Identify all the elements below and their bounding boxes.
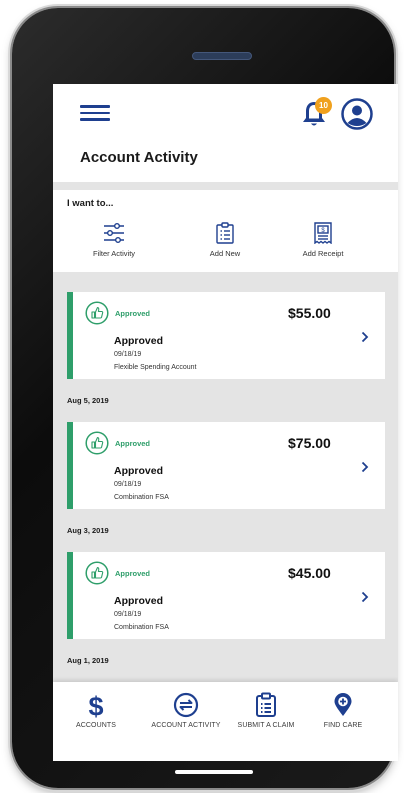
notification-badge: 10 xyxy=(315,97,332,114)
transaction-date: 09/18/19 xyxy=(114,611,142,618)
location-pin-icon xyxy=(334,693,352,716)
activity-card[interactable]: Approved $45.00 Approved 09/18/19 Combin… xyxy=(67,552,385,639)
sliders-icon xyxy=(104,223,124,243)
clipboard-icon xyxy=(256,692,276,717)
activity-card[interactable]: Approved $55.00 Approved 09/18/19 Flexib… xyxy=(67,292,385,379)
date-header: Aug 3, 2019 xyxy=(67,526,109,535)
status-label: Approved xyxy=(115,309,151,318)
status-label: Approved xyxy=(115,439,151,448)
add-receipt-button[interactable]: $ Add Receipt xyxy=(278,222,368,270)
action-label: Filter Activity xyxy=(92,249,136,258)
filter-activity-button[interactable]: Filter Activity xyxy=(69,222,159,270)
dollar-icon: $ xyxy=(88,692,103,718)
receipt-icon: $ xyxy=(314,222,332,244)
phone-frame: 10 Account Activity I want to... Filter … xyxy=(12,8,398,788)
status-title: Approved xyxy=(114,465,164,477)
transaction-date: 09/18/19 xyxy=(114,481,142,488)
add-new-button[interactable]: Add New xyxy=(180,222,270,270)
bottom-nav: $ ACCOUNTS ACCOUNT ACTIVITY SUBMIT A CLA… xyxy=(53,682,398,761)
svg-text:$: $ xyxy=(88,692,103,718)
nav-submit-claim[interactable]: SUBMIT A CLAIM xyxy=(223,692,309,748)
account-name: Combination FSA xyxy=(114,624,169,631)
app-header: 10 Account Activity xyxy=(53,84,398,182)
status-title: Approved xyxy=(114,335,164,347)
thumbs-up-icon xyxy=(85,301,109,325)
transaction-date: 09/18/19 xyxy=(114,351,142,358)
action-label: Add Receipt xyxy=(302,249,344,258)
status-title: Approved xyxy=(114,595,164,607)
quick-actions-heading: I want to... xyxy=(67,198,114,209)
avatar[interactable] xyxy=(341,98,373,130)
page-title: Account Activity xyxy=(80,149,198,166)
phone-speaker xyxy=(192,52,252,60)
action-label: Add New xyxy=(209,249,241,258)
status-bar xyxy=(67,422,73,509)
thumbs-up-icon xyxy=(85,561,109,585)
date-header: Aug 1, 2019 xyxy=(67,656,109,665)
status-bar xyxy=(67,552,73,639)
account-name: Combination FSA xyxy=(114,494,169,501)
nav-label: SUBMIT A CLAIM xyxy=(237,722,295,729)
amount: $75.00 xyxy=(288,435,331,451)
nav-label: ACCOUNT ACTIVITY xyxy=(151,722,221,729)
nav-label: FIND CARE xyxy=(323,722,363,729)
account-name: Flexible Spending Account xyxy=(114,364,197,371)
date-header: Aug 5, 2019 xyxy=(67,396,109,405)
app-screen: 10 Account Activity I want to... Filter … xyxy=(53,84,398,761)
nav-accounts[interactable]: $ ACCOUNTS xyxy=(53,692,139,748)
nav-find-care[interactable]: FIND CARE xyxy=(300,692,386,748)
thumbs-up-icon xyxy=(85,431,109,455)
chevron-right-icon[interactable] xyxy=(361,331,369,343)
nav-label: ACCOUNTS xyxy=(75,722,117,729)
amount: $45.00 xyxy=(288,565,331,581)
home-indicator[interactable] xyxy=(175,770,253,774)
quick-actions-panel: I want to... Filter Activity Add New $ A… xyxy=(53,190,398,272)
status-label: Approved xyxy=(115,569,151,578)
clipboard-list-icon xyxy=(216,222,234,244)
chevron-right-icon[interactable] xyxy=(361,461,369,473)
status-bar xyxy=(67,292,73,379)
chevron-right-icon[interactable] xyxy=(361,591,369,603)
activity-card[interactable]: Approved $75.00 Approved 09/18/19 Combin… xyxy=(67,422,385,509)
amount: $55.00 xyxy=(288,305,331,321)
nav-account-activity[interactable]: ACCOUNT ACTIVITY xyxy=(143,692,229,748)
menu-icon[interactable] xyxy=(80,105,110,121)
exchange-icon xyxy=(173,692,199,718)
